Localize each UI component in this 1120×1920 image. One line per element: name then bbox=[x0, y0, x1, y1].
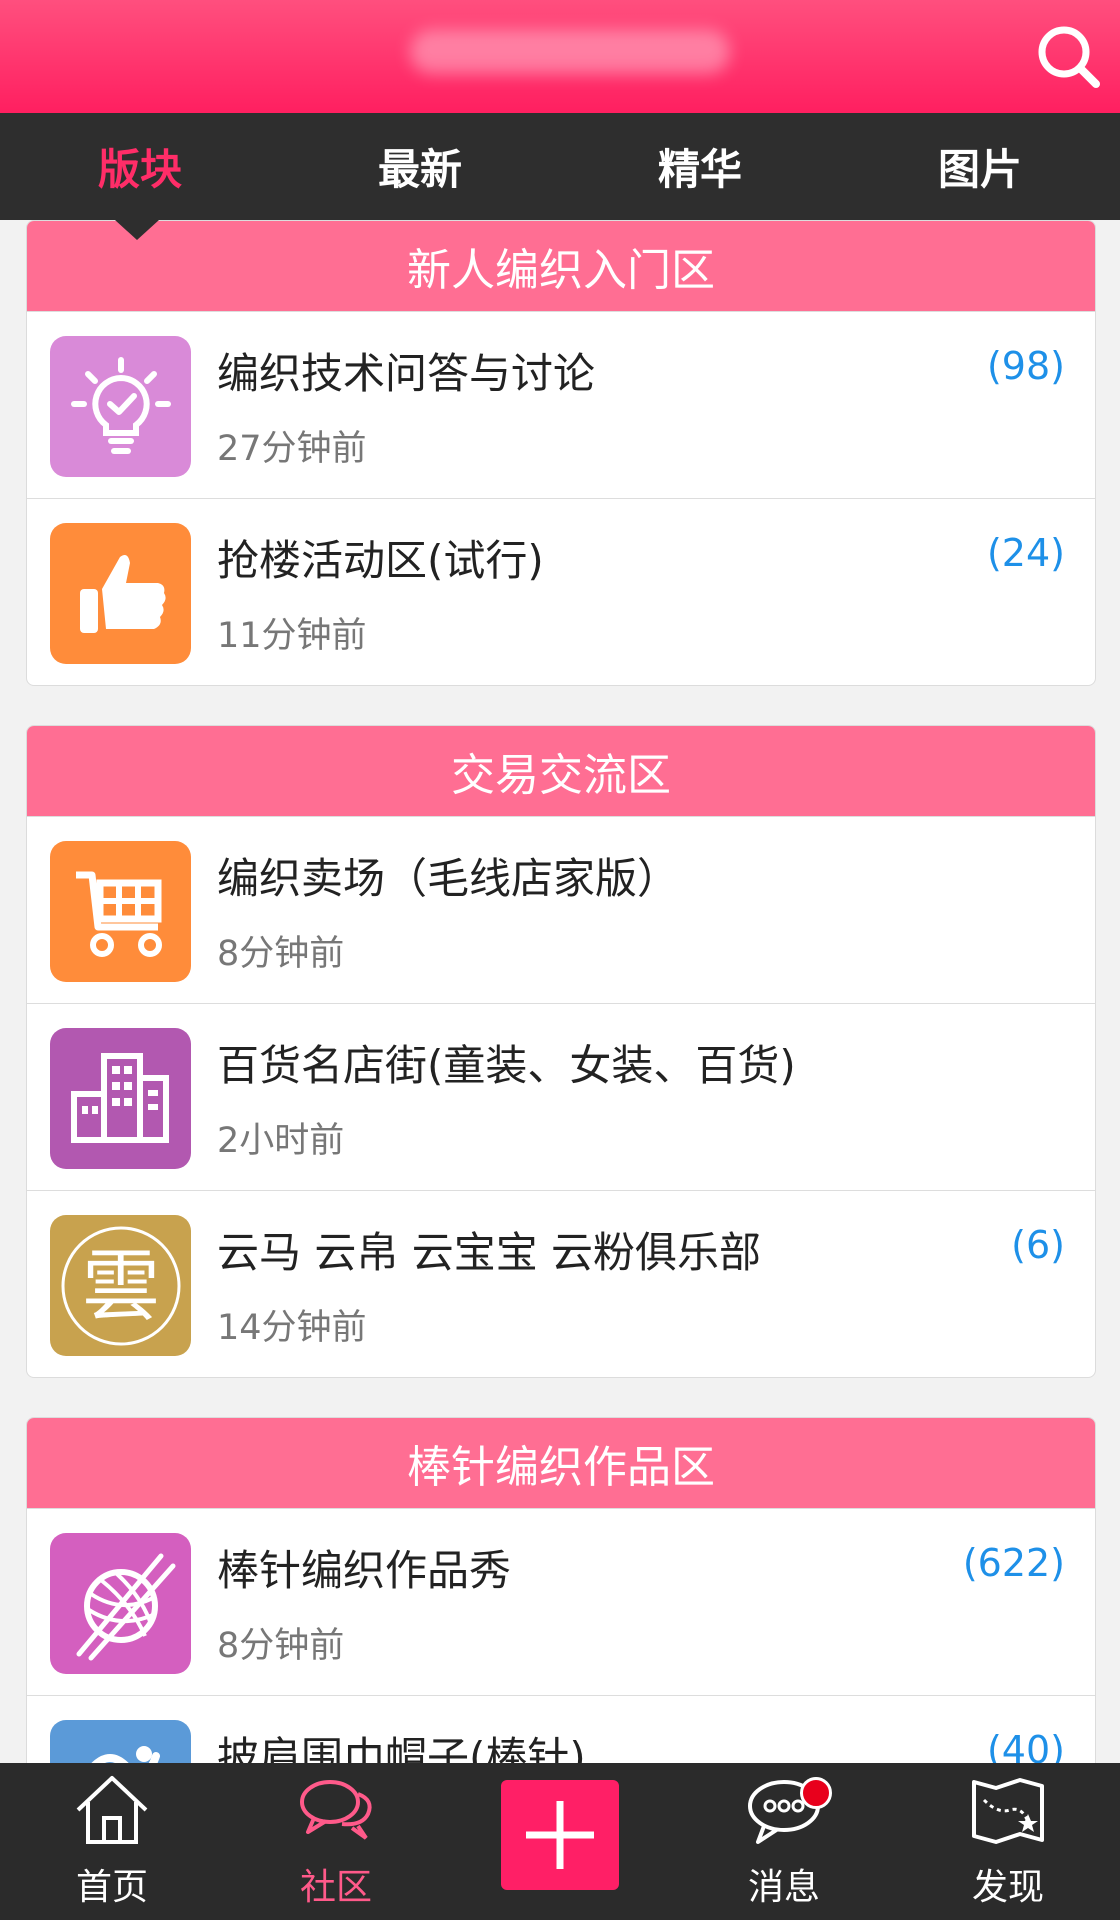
section-trade: 交易交流区 编织卖场（毛线店家版） 8分钟前 百货名店街(童装、女装、百货) 2… bbox=[26, 725, 1096, 1378]
active-tab-pointer bbox=[115, 220, 159, 240]
shopping-cart-icon bbox=[50, 841, 191, 982]
list-item[interactable]: 雲 云马 云帛 云宝宝 云粉俱乐部 14分钟前 (6) bbox=[27, 1190, 1095, 1377]
last-post-time: 8分钟前 bbox=[217, 1626, 345, 1666]
map-icon bbox=[972, 1778, 1044, 1844]
home-icon bbox=[76, 1776, 148, 1844]
tab-pictures[interactable]: 图片 bbox=[840, 113, 1120, 220]
tab-boards[interactable]: 版块 bbox=[0, 113, 280, 220]
nav-label: 首页 bbox=[75, 1867, 148, 1908]
tab-featured[interactable]: 精华 bbox=[560, 113, 840, 220]
last-post-time: 2小时前 bbox=[217, 1121, 345, 1161]
nav-home[interactable]: 首页 bbox=[0, 1763, 224, 1920]
building-icon bbox=[50, 1028, 191, 1169]
list-item[interactable]: 披肩围巾帽子(棒针) (40) bbox=[27, 1695, 1095, 1763]
last-post-time: 8分钟前 bbox=[217, 934, 345, 974]
list-item[interactable]: 棒针编织作品秀 8分钟前 (622) bbox=[27, 1508, 1095, 1695]
lightbulb-icon bbox=[50, 336, 191, 477]
plus-icon bbox=[526, 1801, 594, 1869]
nav-label: 社区 bbox=[299, 1867, 372, 1908]
chat-bubbles-icon bbox=[300, 1780, 372, 1840]
nav-messages[interactable]: 消息 bbox=[672, 1763, 896, 1920]
post-count: (98) bbox=[986, 344, 1065, 388]
board-title: 披肩围巾帽子(棒针) bbox=[217, 1733, 586, 1763]
yarn-ball-icon bbox=[50, 1533, 191, 1674]
search-button[interactable] bbox=[1032, 20, 1104, 92]
board-title: 抢楼活动区(试行) bbox=[217, 536, 544, 585]
app-header bbox=[0, 0, 1120, 113]
tab-bar: 版块 最新 精华 图片 bbox=[0, 113, 1120, 220]
post-count: (622) bbox=[962, 1541, 1065, 1585]
bottom-nav: 首页 社区 消息 发现 bbox=[0, 1763, 1120, 1920]
section-newbie: 新人编织入门区 编织技术问答与讨论 27分钟前 (98) 抢楼活动区(试行) 1… bbox=[26, 220, 1096, 686]
search-icon bbox=[1038, 26, 1100, 88]
post-count: (40) bbox=[986, 1728, 1065, 1763]
last-post-time: 11分钟前 bbox=[217, 616, 367, 656]
nav-community[interactable]: 社区 bbox=[224, 1763, 448, 1920]
last-post-time: 27分钟前 bbox=[217, 429, 367, 469]
list-item[interactable]: 编织技术问答与讨论 27分钟前 (98) bbox=[27, 311, 1095, 498]
section-title: 新人编织入门区 bbox=[27, 221, 1095, 311]
board-title: 编织技术问答与讨论 bbox=[217, 349, 596, 398]
plus-button[interactable] bbox=[501, 1780, 619, 1890]
blurred-title bbox=[410, 30, 730, 74]
board-title: 云马 云帛 云宝宝 云粉俱乐部 bbox=[217, 1228, 762, 1277]
nav-label: 消息 bbox=[747, 1867, 820, 1908]
board-title: 编织卖场（毛线店家版） bbox=[217, 854, 680, 903]
section-knitting: 棒针编织作品区 棒针编织作品秀 8分钟前 (622) 披肩围巾帽子(棒针) (4… bbox=[26, 1417, 1096, 1763]
list-item[interactable]: 抢楼活动区(试行) 11分钟前 (24) bbox=[27, 498, 1095, 685]
post-count: (24) bbox=[986, 531, 1065, 575]
list-item[interactable]: 编织卖场（毛线店家版） 8分钟前 bbox=[27, 816, 1095, 1003]
board-title: 棒针编织作品秀 bbox=[217, 1546, 512, 1595]
post-count: (6) bbox=[1011, 1223, 1065, 1267]
list-item[interactable]: 百货名店街(童装、女装、百货) 2小时前 bbox=[27, 1003, 1095, 1190]
board-list[interactable]: 新人编织入门区 编织技术问答与讨论 27分钟前 (98) 抢楼活动区(试行) 1… bbox=[0, 220, 1120, 1763]
logo-text: 雲 bbox=[81, 1242, 159, 1332]
board-title: 百货名店街(童装、女装、百货) bbox=[217, 1041, 796, 1090]
nav-discover[interactable]: 发现 bbox=[896, 1763, 1120, 1920]
nav-post[interactable] bbox=[448, 1763, 672, 1920]
nav-label: 发现 bbox=[971, 1867, 1044, 1908]
yun-logo-icon: 雲 bbox=[50, 1215, 191, 1356]
last-post-time: 14分钟前 bbox=[217, 1308, 367, 1348]
scarf-icon bbox=[50, 1720, 191, 1763]
notification-badge bbox=[800, 1777, 832, 1809]
tab-latest[interactable]: 最新 bbox=[280, 113, 560, 220]
section-title: 交易交流区 bbox=[27, 726, 1095, 816]
section-title: 棒针编织作品区 bbox=[27, 1418, 1095, 1508]
thumbs-up-icon bbox=[50, 523, 191, 664]
